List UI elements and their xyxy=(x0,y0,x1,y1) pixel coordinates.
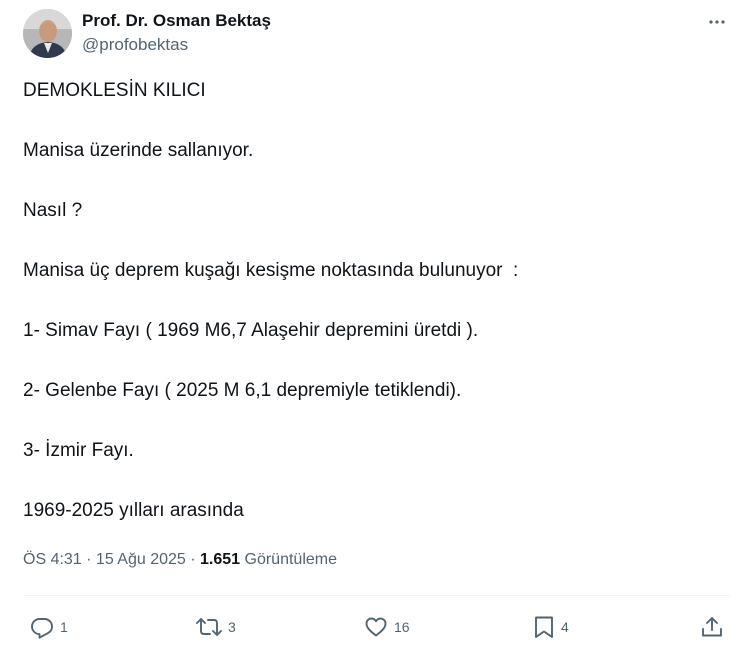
post-paragraph: DEMOKLESİN KILICI xyxy=(23,80,206,101)
reply-button[interactable]: 1 xyxy=(30,610,68,644)
post-time[interactable]: ÖS 4:31 xyxy=(23,551,82,568)
views-count: 1.651 xyxy=(200,551,241,568)
views-label: Görüntüleme xyxy=(240,551,338,568)
more-options-button[interactable] xyxy=(705,10,729,34)
bookmark-count: 4 xyxy=(561,619,569,635)
post-paragraph: Nasıl ? xyxy=(23,200,83,221)
post-paragraph: 1969-2025 yılları arasında xyxy=(23,500,244,521)
post-text: DEMOKLESİN KILICI Manisa üzerinde sallan… xyxy=(23,78,713,524)
repost-button[interactable]: 3 xyxy=(196,610,236,644)
repost-icon xyxy=(196,618,222,636)
like-button[interactable]: 16 xyxy=(364,610,410,644)
bookmark-button[interactable]: 4 xyxy=(533,610,569,644)
reply-icon xyxy=(31,618,53,639)
heart-icon xyxy=(365,617,387,637)
share-icon xyxy=(702,617,722,637)
share-button[interactable] xyxy=(700,610,724,644)
divider xyxy=(23,595,730,596)
avatar[interactable] xyxy=(23,9,72,58)
post-paragraph: 2- Gelenbe Fayı ( 2025 M 6,1 depremiyle … xyxy=(23,380,462,401)
author-handle[interactable]: @profobektas xyxy=(82,34,271,56)
post-date[interactable]: 15 Ağu 2025 xyxy=(96,551,186,568)
avatar-image xyxy=(23,9,72,58)
post-paragraph: 3- İzmir Fayı. xyxy=(23,440,134,461)
post-meta: ÖS 4:31 · 15 Ağu 2025 · 1.651 Görüntülem… xyxy=(23,549,337,571)
post-paragraph: Manisa üzerinde sallanıyor. xyxy=(23,140,254,161)
post-paragraph: Manisa üç deprem kuşağı kesişme noktasın… xyxy=(23,260,519,281)
meta-separator: · xyxy=(185,551,201,568)
bookmark-icon xyxy=(535,616,553,638)
author-block: Prof. Dr. Osman Bektaş @profobektas xyxy=(82,10,271,56)
post-paragraph: 1- Simav Fayı ( 1969 M6,7 Alaşehir depre… xyxy=(23,320,479,341)
author-display-name[interactable]: Prof. Dr. Osman Bektaş xyxy=(82,10,271,32)
action-bar: 1 3 16 4 xyxy=(0,610,737,644)
meta-separator: · xyxy=(81,551,96,568)
more-dots-icon xyxy=(709,20,725,24)
repost-count: 3 xyxy=(228,619,236,635)
like-count: 16 xyxy=(394,619,410,635)
reply-count: 1 xyxy=(60,619,68,635)
tweet: Prof. Dr. Osman Bektaş @profobektas DEMO… xyxy=(0,0,737,657)
